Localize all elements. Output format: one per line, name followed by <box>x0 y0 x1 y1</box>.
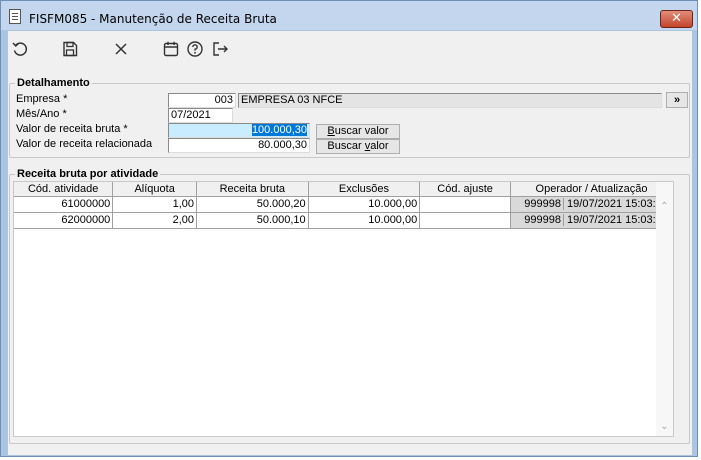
calendar-icon <box>163 41 179 57</box>
cell-aliquota[interactable]: 2,00 <box>112 212 197 229</box>
cell-cod-atividade[interactable]: 61000000 <box>14 196 114 213</box>
table-header-row: Cód. atividade Alíquota Receita bruta Ex… <box>14 182 674 197</box>
col-header-cod-ajuste[interactable]: Cód. ajuste <box>419 182 511 197</box>
cell-aliquota[interactable]: 1,00 <box>112 196 197 213</box>
close-icon <box>115 43 127 55</box>
save-icon <box>63 41 78 57</box>
receita-bruta-value: 100.000,30 <box>251 124 307 136</box>
receita-bruta-label: Valor de receita bruta * <box>16 123 128 135</box>
empresa-code-field[interactable]: 003 <box>168 93 236 108</box>
mes-ano-field[interactable]: 07/2021 <box>168 108 233 123</box>
buscar2-rest: alor <box>370 140 389 152</box>
receita-relacionada-field[interactable]: 80.000,30 <box>168 138 310 153</box>
col-header-exclusoes[interactable]: Exclusões <box>308 182 421 197</box>
toolbar <box>8 31 692 65</box>
cell-cod-ajuste[interactable] <box>419 196 511 213</box>
col-header-receita-bruta[interactable]: Receita bruta <box>196 182 309 197</box>
col-header-operador[interactable]: Operador / Atualização <box>510 182 674 197</box>
buscar-hotkey: B <box>327 125 335 137</box>
detalhamento-group: Detalhamento Empresa * 003 EMPRESA 03 NF… <box>9 77 690 158</box>
col-header-cod-atividade[interactable]: Cód. atividade <box>14 182 114 197</box>
close-window-button[interactable]: ✕ <box>660 10 693 28</box>
buscar-label: uscar valor <box>334 125 389 137</box>
exit-button[interactable] <box>210 39 230 59</box>
undo-button[interactable] <box>10 39 30 59</box>
receita-relacionada-label: Valor de receita relacionada <box>16 138 153 150</box>
help-button[interactable] <box>185 39 205 59</box>
cell-receita-bruta[interactable]: 50.000,10 <box>196 212 309 229</box>
form-client-area: Detalhamento Empresa * 003 EMPRESA 03 NF… <box>8 31 692 455</box>
atualizacao-timestamp: 19/07/2021 15:03:56 <box>567 214 668 226</box>
app-window: FISFM085 - Manutenção de Receita Bruta ✕ <box>0 0 698 457</box>
title-bar[interactable]: FISFM085 - Manutenção de Receita Bruta ✕ <box>1 1 697 30</box>
detalhamento-title: Detalhamento <box>15 77 92 89</box>
empresa-label: Empresa * <box>16 93 68 105</box>
grid-vertical-scrollbar[interactable]: ⌃ ⌄ <box>656 182 673 436</box>
table-row[interactable]: 62000000 2,00 50.000,10 10.000,00 999998… <box>14 212 674 229</box>
empresa-lookup-button[interactable]: » <box>666 92 688 108</box>
cell-exclusoes[interactable]: 10.000,00 <box>308 196 421 213</box>
window-title: FISFM085 - Manutenção de Receita Bruta <box>29 12 277 26</box>
save-button[interactable] <box>60 39 80 59</box>
cancel-button[interactable] <box>111 39 131 59</box>
buscar2-prefix: Buscar <box>327 140 365 152</box>
table-row[interactable]: 61000000 1,00 50.000,20 10.000,00 999998… <box>14 196 674 213</box>
atividades-title: Receita bruta por atividade <box>15 168 161 180</box>
document-icon <box>9 9 21 24</box>
col-header-aliquota[interactable]: Alíquota <box>112 182 197 197</box>
empresa-name-field: EMPRESA 03 NFCE <box>238 93 662 108</box>
help-icon <box>187 41 203 57</box>
undo-icon <box>12 42 28 56</box>
cell-cod-atividade[interactable]: 62000000 <box>14 212 114 229</box>
exit-icon <box>213 42 228 56</box>
operador-id: 999998 <box>511 198 564 210</box>
mes-ano-label: Mês/Ano * <box>16 108 67 120</box>
cell-exclusoes[interactable]: 10.000,00 <box>308 212 421 229</box>
atividades-grid[interactable]: Cód. atividade Alíquota Receita bruta Ex… <box>13 181 674 437</box>
cell-receita-bruta[interactable]: 50.000,20 <box>196 196 309 213</box>
cell-operador: 999998 19/07/2021 15:03:56 <box>510 212 674 229</box>
cell-operador: 999998 19/07/2021 15:03:53 <box>510 196 674 213</box>
scroll-up-icon[interactable]: ⌃ <box>659 202 670 212</box>
operador-id: 999998 <box>511 214 564 226</box>
receita-bruta-field[interactable]: 100.000,30 <box>168 123 310 138</box>
buscar-valor-button[interactable]: Buscar valor <box>316 124 400 139</box>
calendar-button[interactable] <box>161 39 181 59</box>
scroll-down-icon[interactable]: ⌄ <box>659 422 670 432</box>
buscar-valor-relacionada-button[interactable]: Buscar valor <box>316 139 400 154</box>
cell-cod-ajuste[interactable] <box>419 212 511 229</box>
atividades-table: Cód. atividade Alíquota Receita bruta Ex… <box>14 182 674 229</box>
atualizacao-timestamp: 19/07/2021 15:03:53 <box>567 198 668 210</box>
